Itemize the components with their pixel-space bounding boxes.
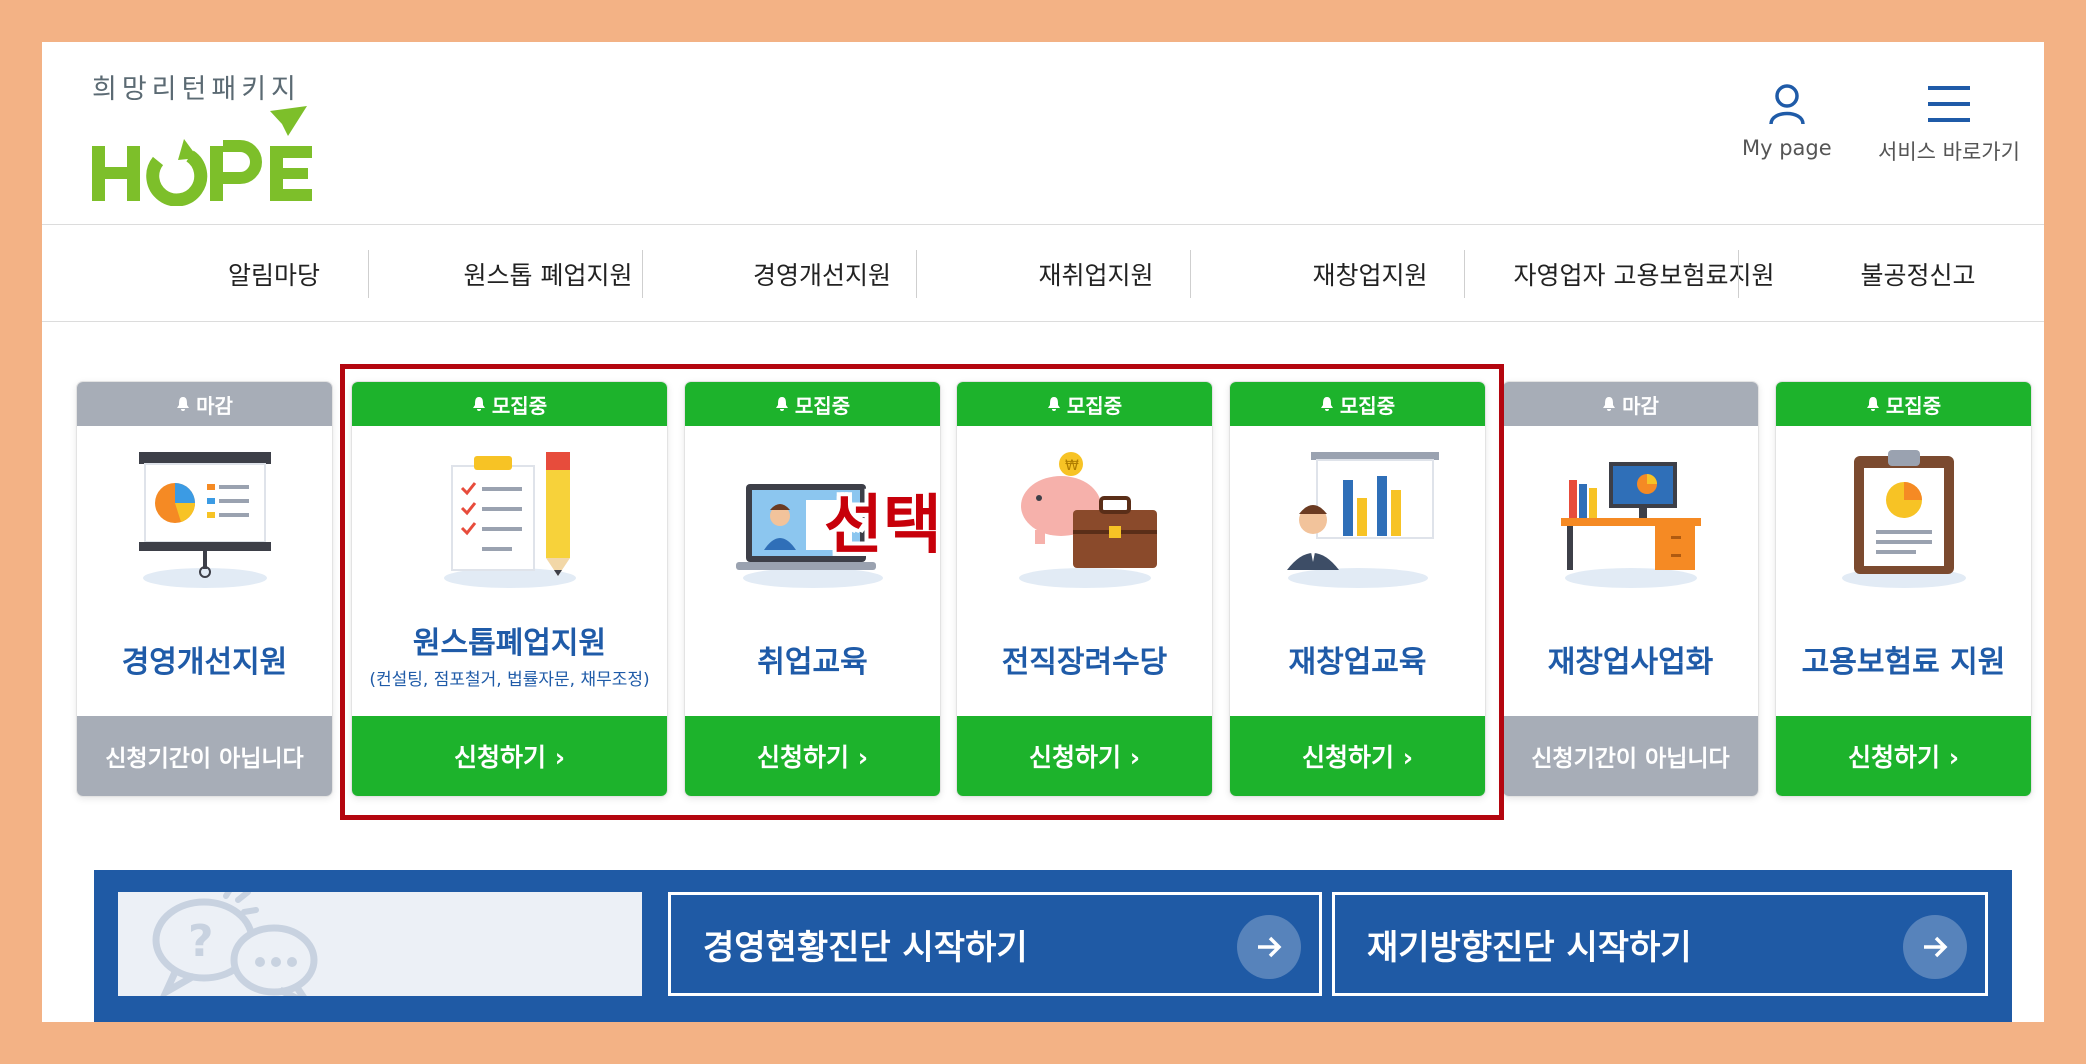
- bell-icon: [1603, 397, 1616, 411]
- nav-item-reemployment[interactable]: 재취업지원: [959, 225, 1233, 323]
- nav-item-management-improvement[interactable]: 경영개선지원: [685, 225, 959, 323]
- service-menu-button[interactable]: 서비스 바로가기: [1878, 82, 2020, 166]
- program-card: 모집중 고용보험료 지원 신청하기 ›: [1776, 382, 2031, 796]
- mypage-label: My page: [1742, 136, 1832, 160]
- program-card: 마감 경영개선지원 신청기간이 아닙니다: [77, 382, 332, 796]
- presentation-board-illustration: [77, 450, 332, 600]
- nav-item-employment-insurance[interactable]: 자영업자 고용보험료지원: [1507, 225, 1781, 323]
- status-badge: 모집중: [1776, 382, 2031, 426]
- status-badge: 마감: [77, 382, 332, 426]
- diagnosis-visual-panel: ?: [118, 892, 642, 996]
- nav-divider: [642, 250, 643, 298]
- service-menu-label: 서비스 바로가기: [1878, 140, 2020, 164]
- bell-icon: [177, 397, 190, 411]
- svg-text:?: ?: [188, 916, 214, 967]
- office-desk-illustration: [1503, 450, 1758, 600]
- nav-divider: [1190, 250, 1191, 298]
- arrow-right-icon: [1237, 915, 1301, 979]
- logo-subtitle: 희망리턴패키지: [92, 74, 301, 105]
- card-title: 고용보험료 지원: [1801, 645, 2006, 680]
- nav-divider: [916, 250, 917, 298]
- recovery-diagnosis-start-button[interactable]: 재기방향진단 시작하기: [1332, 892, 1988, 996]
- chat-question-icon: ?: [152, 892, 318, 996]
- status-badge: 마감: [1503, 382, 1758, 426]
- hope-logo-mark: [92, 106, 312, 206]
- main-nav: 알림마당 원스톱 폐업지원 경영개선지원 재취업지원 재창업지원 자영업자 고용…: [42, 224, 2044, 322]
- arrow-right-icon: [1903, 915, 1967, 979]
- business-diagnosis-label: 경영현황진단 시작하기: [703, 927, 1028, 968]
- mypage-button[interactable]: My page: [1742, 82, 1832, 160]
- site-header: 희망리턴패키지 My page 서비스 바로가기: [42, 42, 2044, 224]
- nav-item-restart-business[interactable]: 재창업지원: [1233, 225, 1507, 323]
- hamburger-icon: [1927, 86, 1970, 122]
- apply-button-disabled: 신청기간이 아닙니다: [1503, 716, 1758, 796]
- selection-label: 선택: [824, 489, 942, 563]
- apply-button-disabled: 신청기간이 아닙니다: [77, 716, 332, 796]
- nav-divider: [368, 250, 369, 298]
- report-clipboard-illustration: [1776, 450, 2031, 600]
- program-card: 마감 재창업사업화 신청기간이 아닙니다: [1503, 382, 1758, 796]
- card-title: 재창업사업화: [1547, 645, 1714, 680]
- nav-item-onestop-closure[interactable]: 원스톱 폐업지원: [411, 225, 685, 323]
- nav-item-unfair-report[interactable]: 불공정신고: [1781, 225, 2044, 323]
- recovery-diagnosis-label: 재기방향진단 시작하기: [1367, 927, 1692, 968]
- apply-button[interactable]: 신청하기 ›: [1776, 716, 2031, 796]
- bell-icon: [1866, 397, 1879, 411]
- business-diagnosis-start-button[interactable]: 경영현황진단 시작하기: [668, 892, 1322, 996]
- hope-logo[interactable]: 희망리턴패키지: [92, 52, 332, 212]
- nav-item-notice[interactable]: 알림마당: [137, 225, 411, 323]
- page-frame: 희망리턴패키지 My page 서비스 바로가기 알림마당 원스톱 폐업지원 경…: [42, 42, 2044, 1022]
- user-icon: [1769, 84, 1805, 125]
- diagnosis-bar: ? 경영현황진단 시작하기 재기방향진단 시작하기: [94, 870, 2012, 1022]
- nav-divider: [1738, 250, 1739, 298]
- card-title: 경영개선지원: [121, 645, 288, 680]
- selection-highlight-box: [340, 364, 1504, 820]
- nav-divider: [1464, 250, 1465, 298]
